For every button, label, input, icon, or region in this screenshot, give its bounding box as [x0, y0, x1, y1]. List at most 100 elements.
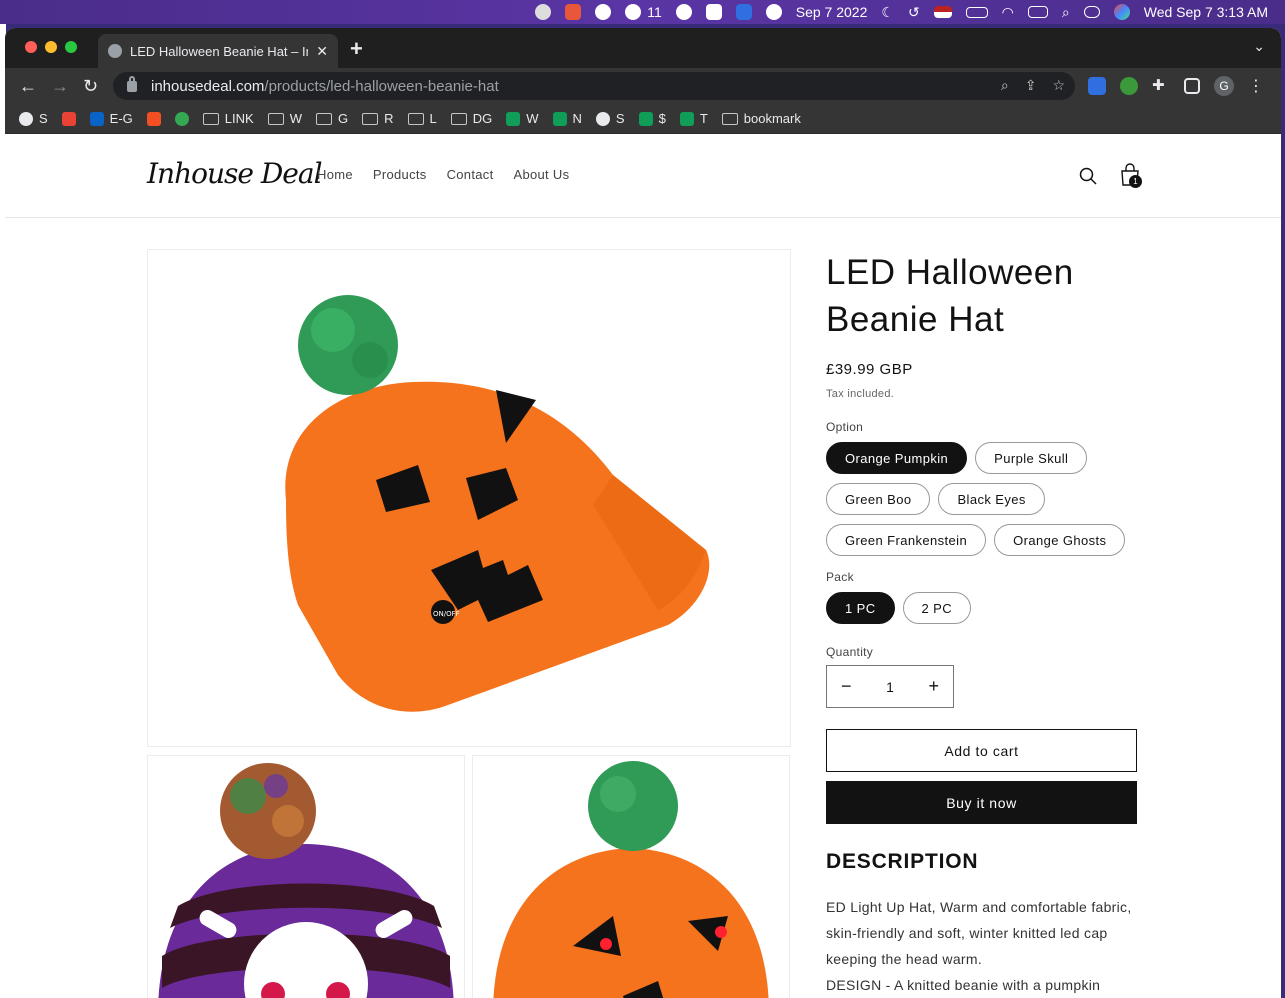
address-bar[interactable]: inhousedeal.com/products/led-halloween-b…	[113, 72, 1075, 100]
qq-icon[interactable]	[669, 0, 699, 24]
bookmark-item[interactable]: S	[19, 111, 48, 126]
battery-icon[interactable]	[959, 0, 995, 24]
bookmark-item[interactable]: bookmark	[721, 111, 801, 126]
bookmark-item[interactable]: LINK	[202, 111, 254, 126]
outlook-icon	[89, 111, 104, 126]
macos-menu-bar: 11 Sep 7 2022 ☾ ↺ ◠ ⌕ Wed Sep 7 3:13 AM	[0, 0, 1285, 24]
bookmark-item[interactable]: S	[595, 111, 625, 126]
side-panel-icon[interactable]	[1184, 78, 1200, 94]
orange-pumpkin-beanie-image: ON/OFF	[285, 295, 710, 712]
product-title: LED Halloween Beanie Hat	[826, 253, 1074, 339]
increase-quantity-button[interactable]: +	[928, 676, 939, 697]
description-line: DESIGN - A knitted beanie with a pumpkin…	[826, 977, 1101, 993]
pack-2-pc[interactable]: 2 PC	[902, 592, 972, 624]
folder-icon	[407, 112, 424, 125]
close-tab-icon[interactable]: ✕	[316, 43, 328, 60]
menubar-clock[interactable]: Wed Sep 7 3:13 AM	[1137, 0, 1275, 24]
profile-avatar[interactable]: G	[1214, 76, 1234, 96]
download-extension-icon[interactable]	[1088, 77, 1106, 95]
bookmark-item[interactable]	[146, 111, 161, 126]
tax-note: Tax included.	[826, 388, 895, 400]
bookmark-item[interactable]: W	[506, 111, 539, 126]
forward-button[interactable]: →	[51, 76, 69, 96]
quantity-value[interactable]: 1	[886, 679, 894, 695]
keyboard-icon[interactable]	[1021, 0, 1055, 24]
lock-icon	[127, 75, 137, 92]
close-window-button[interactable]	[25, 41, 37, 53]
zoom-search-icon[interactable]: ⌕	[1001, 77, 1009, 94]
us-flag-icon[interactable]	[927, 0, 959, 24]
bookmark-label: LINK	[224, 111, 254, 126]
option-green-boo[interactable]: Green Boo	[826, 483, 931, 515]
teamviewer-icon[interactable]	[729, 0, 759, 24]
bookmark-item[interactable]: N	[552, 111, 582, 126]
menubar-date[interactable]: Sep 7 2022	[789, 0, 875, 24]
product-main-image[interactable]: ON/OFF	[147, 249, 791, 747]
product-image-purple-skull[interactable]	[147, 755, 465, 998]
url-path: /products/led-halloween-beanie-hat	[264, 77, 499, 95]
nav-products[interactable]: Products	[373, 167, 427, 182]
bookmark-item[interactable]: DG	[450, 111, 492, 126]
siri-icon[interactable]	[1107, 0, 1137, 24]
nav-contact[interactable]: Contact	[447, 167, 494, 182]
bookmark-item[interactable]: W	[267, 111, 302, 126]
cow-app-icon[interactable]	[528, 0, 558, 24]
sheets-icon	[638, 111, 653, 126]
option-green-frankenstein[interactable]: Green Frankenstein	[826, 524, 987, 556]
reload-button[interactable]: ↻	[83, 76, 98, 96]
bookmark-star-icon[interactable]: ☆	[1052, 77, 1065, 94]
pack-selector: 1 PC 2 PC	[826, 592, 1138, 624]
nav-home[interactable]: Home	[317, 167, 353, 182]
browser-window: LED Halloween Beanie Hat – In ✕ + ⌄ ← → …	[5, 28, 1281, 998]
bookmark-item[interactable]: $	[638, 111, 666, 126]
bookmark-item[interactable]	[174, 111, 189, 126]
zoom-window-button[interactable]	[65, 41, 77, 53]
description-line: keeping the head warm.	[826, 951, 983, 967]
main-nav: Home Products Contact About Us	[317, 167, 569, 182]
send-app-icon[interactable]	[759, 0, 789, 24]
on-off-switch-label: ON/OFF	[433, 610, 460, 618]
share-icon[interactable]: ⇪	[1025, 77, 1037, 94]
active-tab[interactable]: LED Halloween Beanie Hat – In ✕	[98, 34, 338, 68]
globe-icon	[595, 111, 610, 126]
option-black-eyes[interactable]: Black Eyes	[938, 483, 1045, 515]
bookmark-item[interactable]: G	[315, 111, 349, 126]
site-logo[interactable]: Inhouse Deal	[147, 157, 323, 190]
buy-it-now-button[interactable]: Buy it now	[826, 781, 1137, 824]
bookmark-label: G	[337, 111, 349, 126]
nav-about-us[interactable]: About Us	[514, 167, 570, 182]
control-center-icon[interactable]	[1077, 0, 1107, 24]
minimize-window-button[interactable]	[45, 41, 57, 53]
wechat-icon[interactable]: 11	[618, 0, 669, 24]
bookmark-item[interactable]: T	[679, 111, 708, 126]
time-machine-icon[interactable]: ↺	[901, 0, 927, 24]
bookmark-label: $	[658, 111, 666, 126]
option-orange-pumpkin[interactable]: Orange Pumpkin	[826, 442, 968, 474]
bookmark-item[interactable]: R	[362, 111, 394, 126]
bookmark-item[interactable]	[61, 111, 76, 126]
puzzle-extensions-icon[interactable]: ✚	[1152, 77, 1170, 95]
check-app-icon[interactable]	[699, 0, 729, 24]
decrease-quantity-button[interactable]: −	[841, 676, 852, 697]
option-purple-skull[interactable]: Purple Skull	[975, 442, 1088, 474]
add-to-cart-button[interactable]: Add to cart	[826, 729, 1137, 772]
spotlight-search-icon[interactable]: ⌕	[1055, 0, 1077, 24]
pack-1-pc[interactable]: 1 PC	[826, 592, 895, 624]
product-info: LED Halloween Beanie Hat £39.99 GBP Tax …	[826, 249, 1138, 998]
product-image-pumpkin-lit[interactable]	[472, 755, 790, 998]
sheets-icon	[506, 111, 521, 126]
bookmark-item[interactable]: L	[407, 111, 437, 126]
green-extension-icon[interactable]	[1120, 77, 1138, 95]
option-orange-ghosts[interactable]: Orange Ghosts	[994, 524, 1126, 556]
orange-app-icon[interactable]	[558, 0, 588, 24]
back-button[interactable]: ←	[19, 76, 37, 96]
more-menu-icon[interactable]: ⋮	[1248, 76, 1264, 96]
line-icon[interactable]	[588, 0, 618, 24]
chevron-down-icon[interactable]: ⌄	[1253, 38, 1265, 55]
wifi-icon[interactable]: ◠	[995, 0, 1021, 24]
purple-skull-beanie-image	[158, 763, 454, 998]
new-tab-button[interactable]: +	[350, 36, 363, 62]
bookmark-item[interactable]: E-G	[89, 111, 133, 126]
moon-icon[interactable]: ☾	[874, 0, 901, 24]
search-icon[interactable]	[1079, 167, 1097, 185]
